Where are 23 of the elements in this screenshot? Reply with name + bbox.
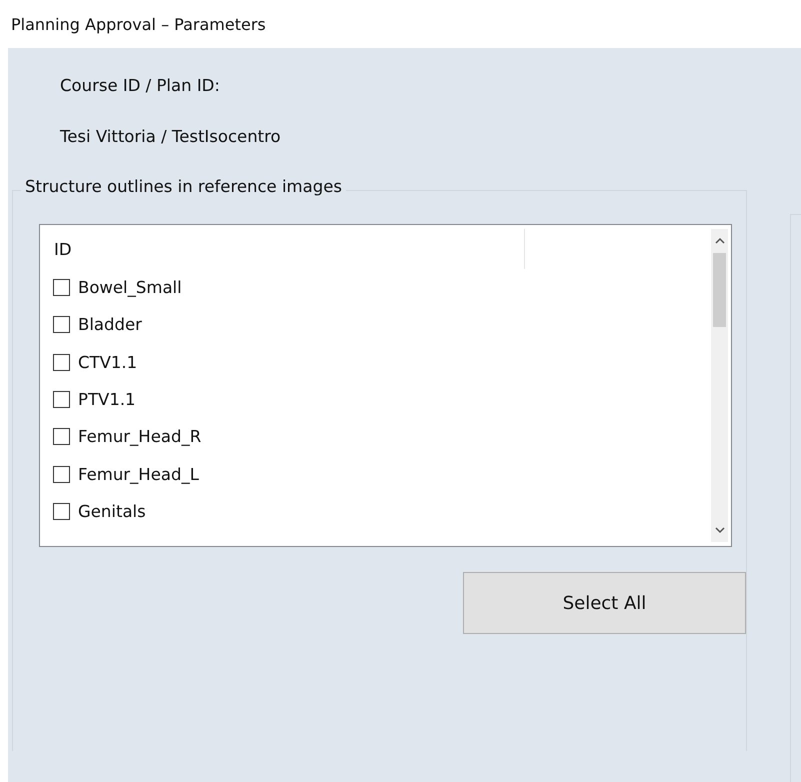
column-header[interactable]: ID <box>40 229 525 269</box>
checkbox[interactable] <box>53 279 70 296</box>
structure-label: Femur_Head_R <box>78 427 202 446</box>
checkbox[interactable] <box>53 316 70 334</box>
structure-label: CTV1.1 <box>78 352 138 372</box>
structure-label: Genitals <box>78 502 146 521</box>
select-all-button[interactable]: Select All <box>463 572 746 634</box>
scrollbar[interactable] <box>711 229 728 542</box>
scroll-thumb[interactable] <box>713 253 726 327</box>
course-plan-label: Course ID / Plan ID: <box>60 76 221 95</box>
course-plan-value: Tesi Vittoria / TestIsocentro <box>60 127 282 146</box>
group-title: Structure outlines in reference images <box>21 177 346 196</box>
structure-label: Bowel_Small <box>78 278 182 298</box>
structure-label: PTV1.1 <box>78 390 136 410</box>
checkbox[interactable] <box>53 428 70 446</box>
checkbox[interactable] <box>53 391 70 408</box>
checkbox[interactable] <box>53 502 70 520</box>
window-title: Planning Approval – Parameters <box>11 14 266 34</box>
checkbox[interactable] <box>53 354 70 371</box>
structure-list[interactable]: ID Bowel_Small Bladder CTV1.1 PTV1.1 Femur_Head_R Femur_Head_L Genitals <box>39 224 732 547</box>
structure-label: Bladder <box>78 315 142 334</box>
structure-label: Femur_Head_L <box>78 464 199 484</box>
checkbox[interactable] <box>53 466 70 483</box>
